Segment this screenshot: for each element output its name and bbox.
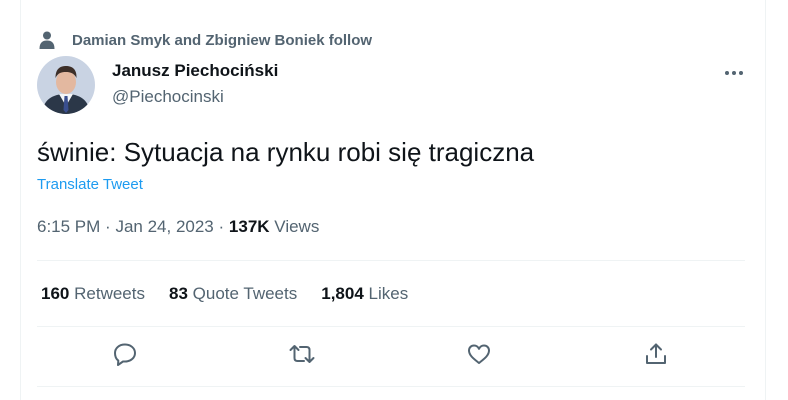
- likes-label: Likes: [368, 284, 409, 303]
- divider: [37, 260, 745, 261]
- author-name[interactable]: Janusz Piechociński: [112, 61, 278, 81]
- avatar[interactable]: [37, 56, 95, 114]
- quote-tweets-count: 83: [168, 284, 188, 303]
- meta-separator: ·: [218, 217, 225, 236]
- column-border-right: [765, 0, 766, 400]
- likes-stat[interactable]: 1,804 Likes: [321, 284, 408, 304]
- views-count: 137K: [228, 217, 270, 236]
- tweet-text: świnie: Sytuacja na rynku robi się tragi…: [37, 137, 535, 167]
- retweet-button[interactable]: [288, 342, 316, 370]
- person-icon: [37, 30, 57, 50]
- more-icon: [724, 63, 744, 81]
- quote-tweets-stat[interactable]: 83 Quote Tweets: [169, 284, 297, 304]
- heart-icon: [466, 341, 492, 372]
- retweets-label: Retweets: [74, 284, 145, 303]
- column-border-left: [20, 0, 21, 400]
- retweets-count: 160: [41, 284, 70, 303]
- translate-tweet-link[interactable]: Translate Tweet: [37, 176, 143, 193]
- divider: [37, 386, 745, 387]
- tweet-date[interactable]: Jan 24, 2023: [115, 217, 213, 236]
- reply-button[interactable]: [111, 342, 139, 370]
- retweets-stat[interactable]: 160 Retweets: [41, 284, 145, 304]
- views-label: Views: [274, 217, 320, 236]
- social-context-text: Damian Smyk and Zbigniew Boniek follow: [72, 31, 373, 49]
- retweet-icon: [288, 341, 316, 372]
- share-icon: [643, 341, 669, 372]
- author-handle[interactable]: @Piechocinski: [112, 87, 224, 107]
- tweet-metadata: 6:15 PM · Jan 24, 2023 · 137K Views: [37, 217, 319, 237]
- likes-count: 1,804: [321, 284, 364, 303]
- share-button[interactable]: [642, 342, 670, 370]
- more-options-button[interactable]: [718, 60, 750, 84]
- tweet-time[interactable]: 6:15 PM: [37, 217, 100, 236]
- social-context[interactable]: Damian Smyk and Zbigniew Boniek follow: [37, 30, 372, 50]
- engagement-stats: 160 Retweets 83 Quote Tweets 1,804 Likes: [41, 284, 408, 304]
- quote-tweets-label: Quote Tweets: [192, 284, 298, 303]
- reply-icon: [112, 341, 138, 372]
- like-button[interactable]: [465, 342, 493, 370]
- divider: [37, 326, 745, 327]
- meta-separator: ·: [105, 217, 111, 236]
